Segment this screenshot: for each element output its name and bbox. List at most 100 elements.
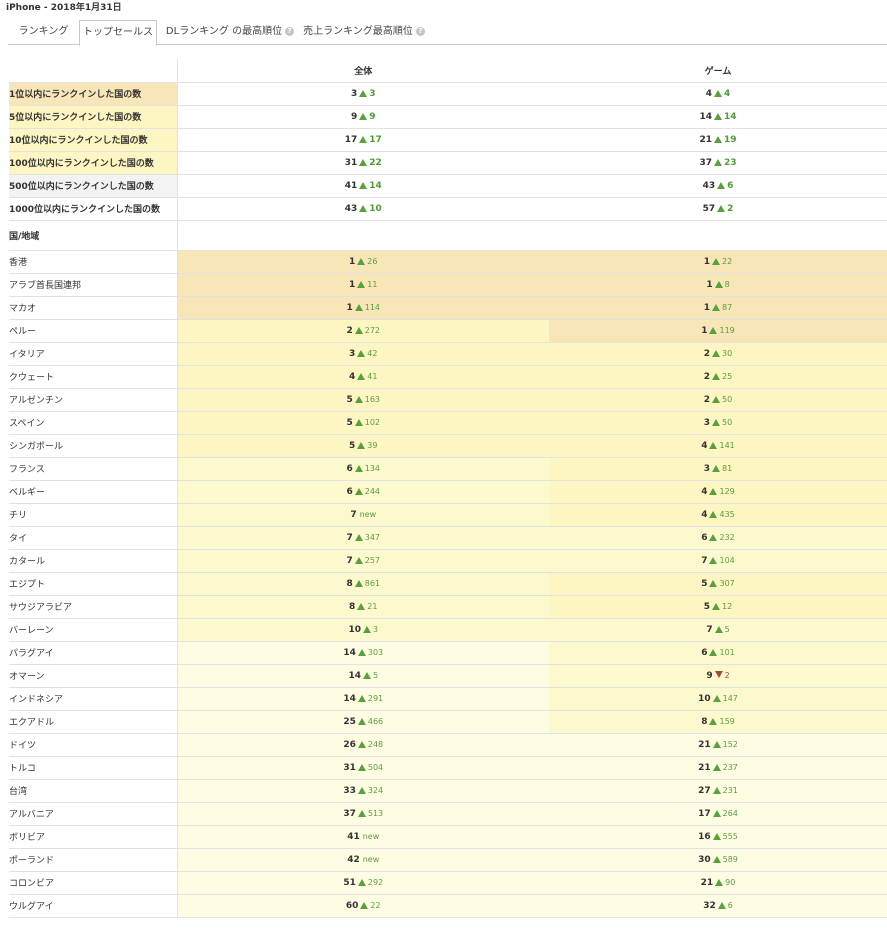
cell-game: 57 2: [549, 197, 887, 221]
triangle-up-icon: [709, 579, 718, 587]
cell-all: 26 248: [177, 733, 549, 757]
tab-top-sales[interactable]: トップセールス: [79, 20, 157, 46]
rank-value: 1: [349, 279, 356, 290]
triangle-down-icon: [714, 670, 723, 678]
triangle-up-icon: [354, 464, 363, 472]
rank-change: 3: [369, 88, 376, 99]
table-row[interactable]: アルゼンチン 5 163 2 50: [9, 388, 887, 412]
table-row[interactable]: シンガポール 5 39 4 141: [9, 434, 887, 458]
country-name: シンガポール: [9, 434, 178, 458]
rank-change: 272: [364, 325, 381, 335]
rank-value: 8: [346, 578, 353, 589]
rank-change: 264: [722, 808, 738, 818]
rank-value: 37: [699, 157, 712, 168]
question-circle-icon[interactable]: ?: [415, 27, 425, 36]
triangle-up-icon: [354, 556, 363, 564]
rank-change: 90: [725, 877, 736, 887]
rank-value: 17: [344, 134, 358, 145]
rank-value: 7: [701, 555, 708, 566]
country-header-section: 国/地域: [9, 220, 887, 251]
rank-change: 134: [364, 463, 381, 473]
rank-change: 17: [369, 134, 382, 145]
table-row[interactable]: イタリア 3 42 2 30: [9, 342, 887, 366]
cell-game: 21 237: [549, 756, 887, 780]
table-row[interactable]: コロンビア 51 292 21 90: [9, 871, 887, 895]
triangle-up-icon: [357, 717, 366, 725]
rank-change: 14: [369, 180, 382, 191]
table-row[interactable]: エジプト 8 861 5 307: [9, 572, 887, 596]
rank-change: 141: [719, 440, 735, 450]
cell-all: 99: [177, 105, 549, 129]
cell-all: 1 11: [177, 273, 549, 297]
rank-change: 147: [722, 693, 738, 703]
cell-game: 1 119: [549, 319, 887, 343]
rank-change: 6: [727, 180, 734, 191]
cell-all: 42 new: [177, 848, 549, 872]
cell-game: 21 19: [549, 128, 887, 152]
table-row[interactable]: ポーランド 42 new 30 589: [9, 848, 887, 872]
table-row[interactable]: タイ 7 347 6 232: [9, 526, 887, 550]
rank-change: 237: [722, 762, 738, 772]
table-row[interactable]: ベルギー 6 244 4 129: [9, 480, 887, 504]
rank-change: 42: [367, 348, 378, 358]
rank-value: 5: [346, 417, 353, 428]
table-row[interactable]: アルバニア 37 513 17 264: [9, 802, 887, 826]
triangle-up-icon: [359, 89, 368, 97]
rank-change: 248: [367, 739, 384, 749]
cell-all: 7 new: [177, 503, 549, 527]
table-row[interactable]: カタール 7 257 7 104: [9, 549, 887, 573]
table-row[interactable]: 香港 1 26 1 22: [9, 250, 887, 274]
rank-change: 10: [369, 203, 382, 214]
tab-ranking[interactable]: ランキング: [8, 20, 79, 45]
tab-sales-ranking-best[interactable]: 売上ランキング最高順位?: [302, 20, 426, 45]
cell-all: 7 347: [177, 526, 549, 550]
triangle-up-icon: [709, 487, 718, 495]
rank-value: 25: [343, 716, 356, 727]
rank-value: 21: [698, 762, 711, 773]
cell-all: 43 10: [177, 197, 549, 221]
table-row[interactable]: サウジアラビア 8 21 5 12: [9, 595, 887, 619]
tab-dl-ranking-best[interactable]: DLランキング の最高順位?: [163, 20, 297, 45]
rank-value: 2: [703, 394, 711, 405]
cell-game: 8 159: [549, 710, 887, 734]
table-row[interactable]: ボリビア 41 new 16 555: [9, 825, 887, 849]
table-row[interactable]: マカオ 1 114 1 87: [9, 296, 887, 320]
summary-row: 1000位以内にランクインした国の数 43 10 57 2: [9, 197, 887, 221]
rank-value: 4: [701, 486, 708, 497]
table-row[interactable]: バーレーン 10 3 7 5: [9, 618, 887, 642]
table-row[interactable]: オマーン 14 5 9 2: [9, 664, 887, 688]
cell-all: 1 114: [177, 296, 549, 320]
rank-value: 5: [349, 440, 356, 451]
table-row[interactable]: ペルー 2 272 1 119: [9, 319, 887, 343]
table-row[interactable]: アラブ首長国連邦 1 11 1 8: [9, 273, 887, 297]
triangle-up-icon: [712, 809, 721, 817]
cell-game: 44: [549, 82, 887, 106]
rank-value: 7: [346, 555, 353, 566]
rank-value: 9: [706, 670, 713, 681]
table-row[interactable]: フランス 6 134 3 81: [9, 457, 887, 481]
rank-value: 6: [701, 647, 708, 658]
rank-value: 30: [698, 854, 711, 865]
triangle-up-icon: [357, 441, 366, 449]
table-row[interactable]: 台湾 33 324 27 231: [9, 779, 887, 803]
rank-change: 504: [367, 762, 384, 772]
table-row[interactable]: スペイン 5 102 3 50: [9, 411, 887, 435]
rank-change: 307: [719, 578, 735, 588]
table-row[interactable]: トルコ 31 504 21 237: [9, 756, 887, 780]
triangle-up-icon: [712, 786, 721, 794]
triangle-up-icon: [709, 556, 718, 564]
table-row[interactable]: クウェート 4 41 2 25: [9, 365, 887, 389]
table-row[interactable]: チリ 7 new 4 435: [9, 503, 887, 527]
table-row[interactable]: ウルグアイ 60 22 32 6: [9, 894, 887, 918]
cell-game: 75: [549, 618, 887, 642]
table-row[interactable]: ドイツ 26 248 21 152: [9, 733, 887, 757]
table-row[interactable]: パラグアイ 14 303 6 101: [9, 641, 887, 665]
cell-all: 60 22: [177, 894, 549, 918]
question-circle-icon[interactable]: ?: [285, 27, 295, 36]
rank-change: 102: [364, 417, 381, 427]
rank-value: 41: [347, 831, 360, 842]
table-row[interactable]: インドネシア 14 291 10 147: [9, 687, 887, 711]
cell-game: 2 25: [549, 365, 887, 389]
table-row[interactable]: エクアドル 25 466 8 159: [9, 710, 887, 734]
rank-value: 3: [350, 88, 358, 99]
